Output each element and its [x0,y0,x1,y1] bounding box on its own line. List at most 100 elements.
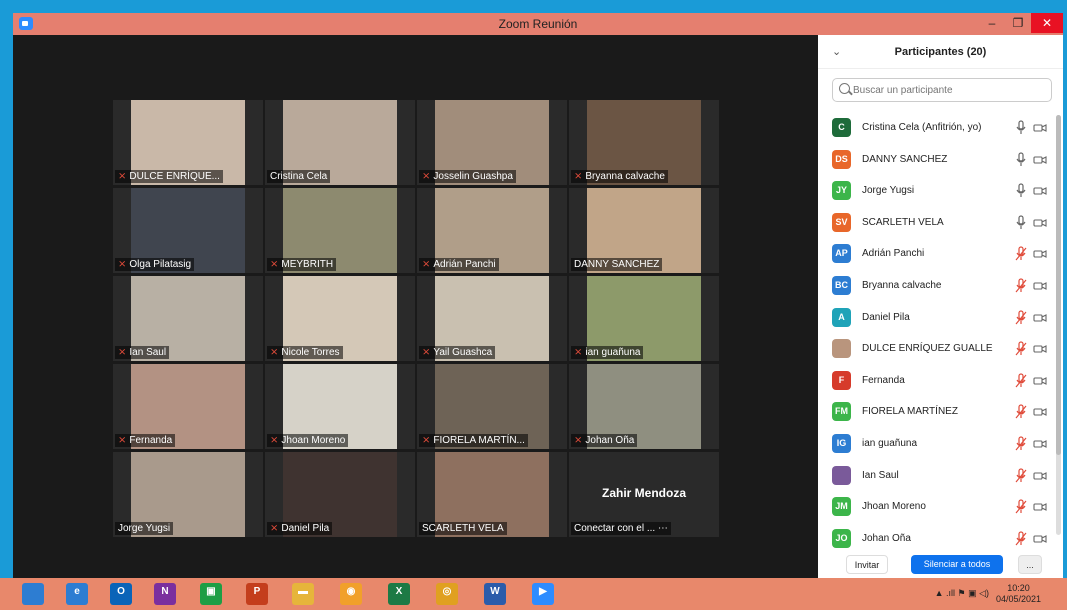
mic-muted-icon[interactable] [1015,309,1027,326]
camera-icon[interactable] [1033,438,1047,450]
camera-icon[interactable] [1033,533,1047,545]
video-tile[interactable]: ⨯ Ian Saul [113,276,263,361]
mic-muted-icon: ⨯ [422,347,431,358]
camera-icon[interactable] [1033,470,1047,482]
video-tile[interactable]: ⨯ FIORELA MARTÍN... [417,364,567,449]
scrollbar[interactable] [1056,115,1061,535]
taskbar-icon-glyph: ▣ [206,586,216,597]
participant-row[interactable]: JO Johan Oña [818,524,1058,556]
search-input[interactable] [853,82,1043,98]
video-tile[interactable]: Cristina Cela [265,100,415,185]
word-icon[interactable]: W [484,583,506,605]
close-button[interactable]: ✕ [1031,13,1063,33]
edge-icon[interactable]: e [66,583,88,605]
video-tile[interactable]: ⨯ Olga Pilatasig [113,188,263,273]
tile-name-label: Cristina Cela [267,170,331,183]
more-button[interactable]: ... [1018,555,1042,574]
video-tile[interactable]: SCARLETH VELA [417,452,567,537]
outlook-icon[interactable]: O [110,583,132,605]
participant-row[interactable]: IG ian guañuna [818,429,1058,461]
powerpoint-icon[interactable]: P [246,583,268,605]
camera-icon[interactable] [1033,406,1047,418]
video-tile[interactable]: ⨯ Bryanna calvache [569,100,719,185]
scrollbar-thumb[interactable] [1056,115,1061,455]
mic-muted-icon[interactable] [1015,499,1027,515]
participant-row[interactable]: FM FIORELA MARTÍNEZ [818,397,1058,429]
onenote-icon[interactable]: N [154,583,176,605]
video-tile[interactable]: ⨯ Josselin Guashpa [417,100,567,185]
zoom-icon[interactable]: ▶ [532,583,554,605]
video-tile[interactable]: ⨯ Nicole Torres [265,276,415,361]
chrome-icon[interactable]: ◎ [436,583,458,605]
participant-row[interactable]: A Daniel Pila [818,303,1058,335]
minimize-button[interactable]: – [979,13,1005,33]
video-tile[interactable]: ⨯ ian guañuna [569,276,719,361]
video-tile[interactable]: Zahir Mendoza Conectar con el ... ⋯ [569,452,719,537]
file-explorer-icon[interactable]: ▬ [292,583,314,605]
tile-name-text: Yail Guashca [433,347,493,358]
maximize-button[interactable]: ❐ [1005,13,1031,33]
video-tile[interactable]: ⨯ Jhoan Moreno [265,364,415,449]
camera-icon[interactable] [1033,375,1047,387]
video-tile[interactable]: ⨯ Johan Oña [569,364,719,449]
camera-icon[interactable] [1033,248,1047,260]
participant-search[interactable] [832,78,1052,102]
clock[interactable]: 10:20 04/05/2021 [996,583,1041,605]
video-tile[interactable]: ⨯ Yail Guashca [417,276,567,361]
taskbar-icon-glyph: e [74,586,80,597]
camera-icon[interactable] [1033,501,1047,513]
mic-muted-icon[interactable] [1015,246,1027,262]
mic-icon[interactable] [1015,183,1027,199]
participant-row[interactable]: Ian Saul [818,461,1058,493]
taskbar-icon-glyph: ◉ [346,586,356,597]
taskbar-icon-glyph: P [253,586,261,597]
invite-button[interactable]: Invitar [846,555,888,574]
mic-muted-icon[interactable] [1015,341,1027,357]
tile-name-label: ⨯ Yail Guashca [419,346,496,359]
camera-icon[interactable] [1033,122,1047,134]
mic-muted-icon[interactable] [1015,278,1027,294]
mic-muted-icon[interactable] [1015,404,1027,420]
tile-name-text: Jorge Yugsi [118,523,171,534]
participant-row[interactable]: SV SCARLETH VELA [818,208,1058,240]
participant-row[interactable]: C Cristina Cela (Anfitrión, yo) [818,113,1058,145]
camera-icon[interactable] [1033,185,1047,197]
mic-muted-icon[interactable] [1015,467,1027,484]
video-tile[interactable]: ⨯ Daniel Pila [265,452,415,537]
store-icon[interactable]: ▣ [200,583,222,605]
camera-icon[interactable] [1033,154,1047,166]
mic-muted-icon[interactable] [1015,436,1027,452]
windows-start-icon[interactable] [22,583,44,605]
mic-icon[interactable] [1015,151,1027,168]
mute-all-button[interactable]: Silenciar a todos [911,555,1003,574]
avatar: BC [832,275,851,295]
tile-name-text: ian guañuna [585,347,641,358]
camera-icon[interactable] [1033,217,1047,229]
participant-row[interactable]: F Fernanda [818,366,1058,398]
participant-row[interactable]: AP Adrián Panchi [818,239,1058,271]
app-icon[interactable]: ◉ [340,583,362,605]
video-tile[interactable]: ⨯ DULCE ENRÍQUE... [113,100,263,185]
mic-icon[interactable] [1015,120,1027,136]
participant-row[interactable]: JY Jorge Yugsi [818,176,1058,208]
search-icon [839,83,850,94]
participant-row[interactable]: JM Jhoan Moreno [818,492,1058,524]
participant-row[interactable]: BC Bryanna calvache [818,271,1058,303]
mic-icon[interactable] [1015,215,1027,231]
participant-row[interactable]: DS DANNY SANCHEZ [818,145,1058,177]
camera-icon[interactable] [1033,343,1047,355]
participant-name: Cristina Cela (Anfitrión, yo) [862,122,982,133]
video-tile[interactable]: ⨯ Adrián Panchi [417,188,567,273]
system-tray-icons[interactable]: ▲ .ıll ⚑ ▣ ◁) [935,588,989,599]
participant-row[interactable]: DULCE ENRÍQUEZ GUALLE [818,334,1058,366]
video-tile[interactable]: Jorge Yugsi [113,452,263,537]
mic-muted-icon[interactable] [1015,531,1027,547]
video-tile[interactable]: DANNY SANCHEZ [569,188,719,273]
camera-icon[interactable] [1033,280,1047,292]
video-tile[interactable]: ⨯ MEYBRITH [265,188,415,273]
excel-icon[interactable]: X [388,583,410,605]
camera-icon[interactable] [1033,312,1047,324]
mic-muted-icon[interactable] [1015,373,1027,389]
video-tile[interactable]: ⨯ Fernanda [113,364,263,449]
taskbar: e O N ▣ P ▬ ◉ X ◎ W ▶ ▲ .ıll ⚑ ▣ ◁) 10:20 04/05/20… [0,578,1067,610]
